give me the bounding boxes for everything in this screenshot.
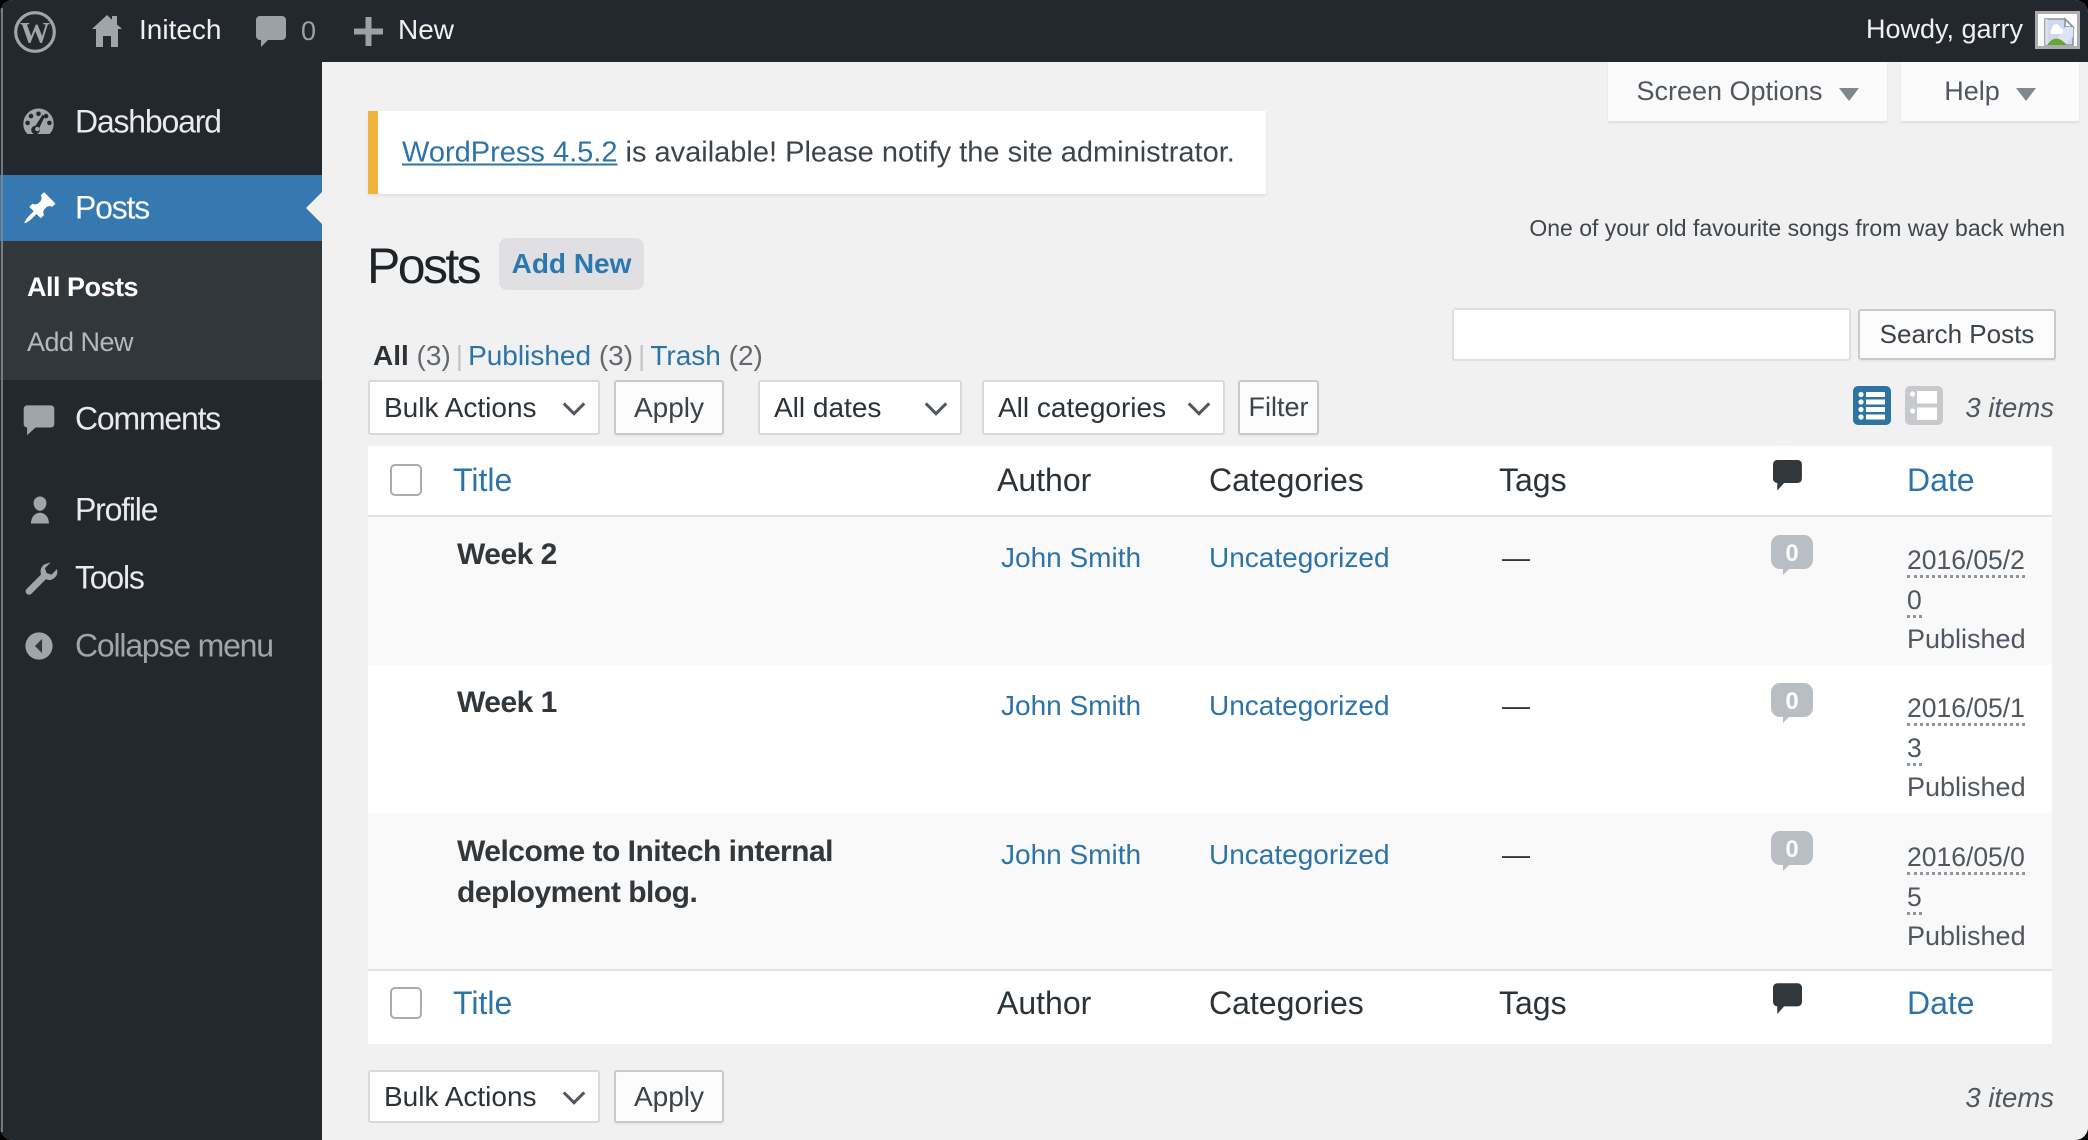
svg-text:W: W [20, 17, 50, 50]
svg-text:0: 0 [1785, 836, 1798, 863]
svg-text:0: 0 [1785, 540, 1798, 567]
svg-text:0: 0 [1785, 688, 1798, 715]
